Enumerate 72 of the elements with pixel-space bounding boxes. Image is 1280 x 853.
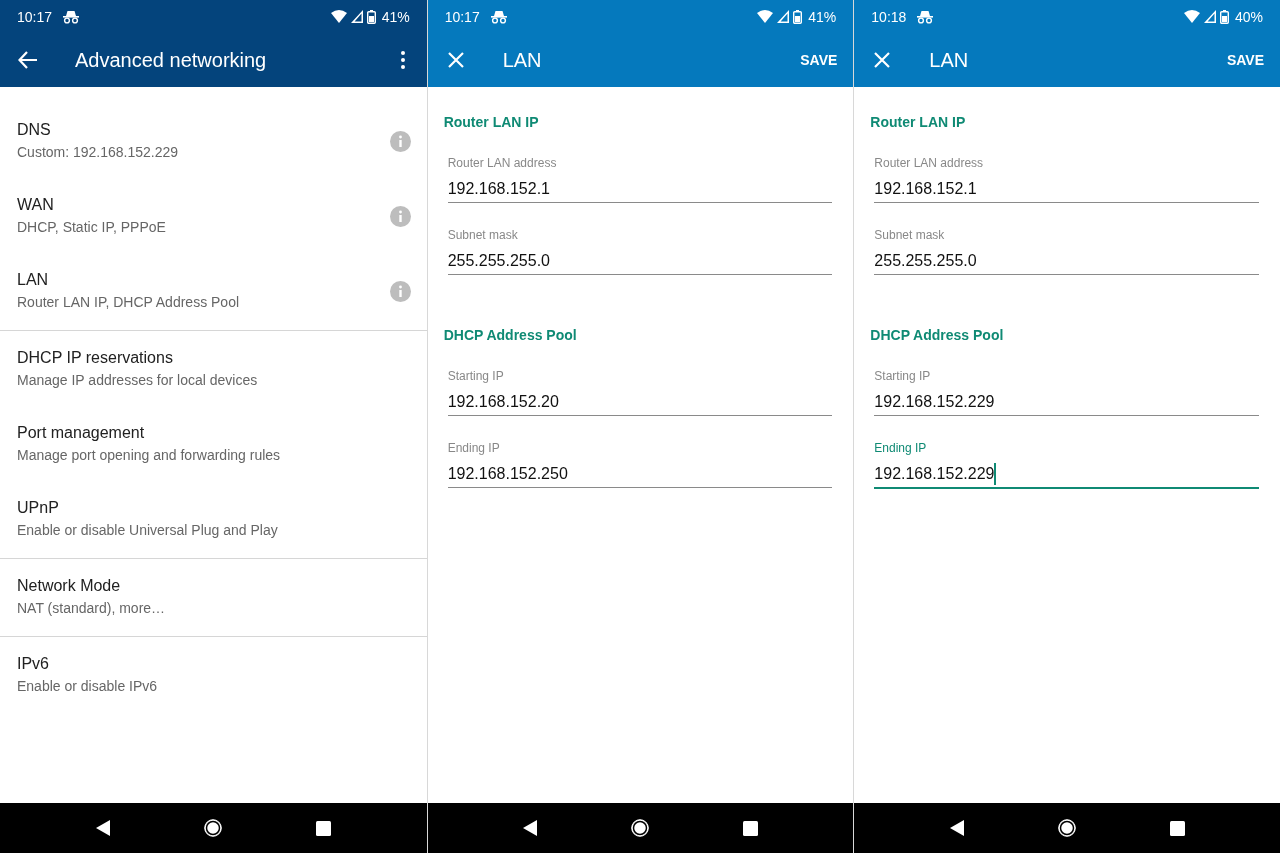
back-arrow-icon bbox=[18, 51, 38, 69]
settings-list-item[interactable]: DHCP IP reservations Manage IP addresses for local devices bbox=[0, 333, 427, 408]
item-subtitle: Enable or disable IPv6 bbox=[17, 677, 159, 695]
signal-icon bbox=[1203, 10, 1216, 23]
battery-icon bbox=[1219, 9, 1229, 24]
item-subtitle: NAT (standard), more… bbox=[17, 599, 167, 617]
item-title: UPnP bbox=[17, 498, 60, 518]
section-title: Router LAN IP bbox=[443, 113, 540, 131]
text-field[interactable]: Ending IP 192.168.152.250 bbox=[447, 440, 833, 488]
battery-icon bbox=[793, 9, 803, 24]
close-icon bbox=[447, 52, 464, 68]
item-subtitle: Manage IP addresses for local devices bbox=[17, 371, 259, 389]
item-subtitle: Custom: 192.168.152.229 bbox=[17, 143, 180, 161]
item-title: WAN bbox=[17, 195, 55, 215]
wifi-icon bbox=[330, 10, 347, 23]
signal-icon bbox=[777, 10, 790, 23]
settings-list-item[interactable]: LAN Router LAN IP, DHCP Address Pool bbox=[0, 255, 427, 330]
settings-list-item[interactable]: IPv6 Enable or disable IPv6 bbox=[0, 639, 427, 714]
text-field[interactable]: Starting IP 192.168.152.20 bbox=[447, 368, 833, 416]
screen-title: LAN bbox=[502, 48, 543, 72]
text-field[interactable]: Subnet mask 255.255.255.0 bbox=[447, 227, 833, 275]
recents-nav-icon[interactable] bbox=[315, 820, 331, 836]
settings-list-item[interactable]: Port management Manage port opening and forwarding rules bbox=[0, 408, 427, 483]
screen-title: Advanced networking bbox=[75, 48, 268, 72]
item-subtitle: Manage port opening and forwarding rules bbox=[17, 446, 282, 464]
item-subtitle: DHCP, Static IP, PPPoE bbox=[17, 218, 167, 236]
settings-list-item[interactable]: DNS Custom: 192.168.152.229 bbox=[0, 105, 427, 180]
wifi-icon bbox=[757, 10, 774, 23]
item-title: DHCP IP reservations bbox=[17, 348, 174, 368]
wifi-icon bbox=[1183, 10, 1200, 23]
text-field[interactable]: Router LAN address 192.168.152.1 bbox=[874, 155, 1259, 203]
back-nav-icon[interactable] bbox=[95, 820, 110, 836]
back-nav-icon[interactable] bbox=[523, 820, 537, 836]
item-title: Network Mode bbox=[17, 576, 122, 596]
back-nav-icon[interactable] bbox=[949, 820, 964, 836]
more-vertical-icon bbox=[400, 51, 405, 69]
save-button[interactable]: SAVE bbox=[800, 46, 838, 74]
battery-icon bbox=[366, 9, 376, 24]
item-title: IPv6 bbox=[17, 654, 50, 674]
recents-nav-icon[interactable] bbox=[743, 820, 758, 836]
recents-nav-icon[interactable] bbox=[1169, 820, 1185, 836]
item-title: DNS bbox=[17, 120, 52, 140]
status-time: 10:17 bbox=[17, 8, 53, 25]
text-field[interactable]: Starting IP 192.168.152.229 bbox=[874, 368, 1259, 416]
item-subtitle: Enable or disable Universal Plug and Play bbox=[17, 521, 279, 539]
incognito-icon bbox=[489, 9, 508, 24]
battery-percentage: 40% bbox=[1234, 8, 1263, 25]
section-title: Router LAN IP bbox=[870, 113, 967, 131]
item-subtitle: Router LAN IP, DHCP Address Pool bbox=[17, 293, 241, 311]
signal-icon bbox=[350, 10, 363, 23]
text-field[interactable]: Router LAN address 192.168.152.1 bbox=[447, 155, 833, 203]
item-title: LAN bbox=[17, 270, 50, 290]
home-nav-icon[interactable] bbox=[202, 818, 223, 838]
item-title: Port management bbox=[17, 423, 146, 443]
text-field[interactable]: Ending IP 192.168.152.229 bbox=[874, 440, 1259, 489]
settings-list-item[interactable]: Network Mode NAT (standard), more… bbox=[0, 561, 427, 636]
home-nav-icon[interactable] bbox=[630, 818, 650, 838]
settings-list-item[interactable]: WAN DHCP, Static IP, PPPoE bbox=[0, 180, 427, 255]
text-field[interactable]: Subnet mask 255.255.255.0 bbox=[874, 227, 1259, 275]
settings-list-item[interactable]: UPnP Enable or disable Universal Plug and Play bbox=[0, 483, 427, 558]
battery-percentage: 41% bbox=[381, 8, 410, 25]
status-time: 10:18 bbox=[871, 8, 907, 25]
section-title: DHCP Address Pool bbox=[870, 326, 1005, 344]
screen-title: LAN bbox=[929, 48, 970, 72]
incognito-icon bbox=[62, 9, 81, 24]
save-button[interactable]: SAVE bbox=[1226, 46, 1264, 74]
status-time: 10:17 bbox=[444, 8, 480, 25]
incognito-icon bbox=[916, 9, 935, 24]
home-nav-icon[interactable] bbox=[1056, 818, 1077, 838]
close-icon bbox=[874, 52, 891, 68]
section-title: DHCP Address Pool bbox=[443, 326, 578, 344]
battery-percentage: 41% bbox=[808, 8, 837, 25]
